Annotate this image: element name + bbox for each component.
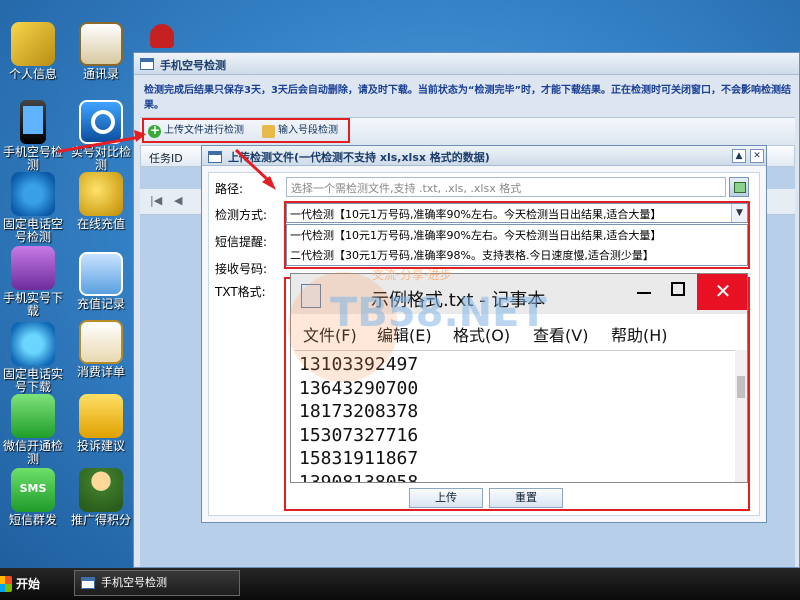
highlight-method-box xyxy=(284,201,750,269)
method-label: 检测方式: xyxy=(215,208,268,222)
clipboard-icon xyxy=(79,320,123,364)
sample-number-line: 13643290700 xyxy=(299,377,419,399)
mobile-phone-icon xyxy=(20,100,46,144)
desktop-icon-online-recharge[interactable]: 在线充值 xyxy=(68,172,134,231)
search-icon xyxy=(79,100,123,144)
collapse-icon[interactable]: ▲ xyxy=(732,149,746,163)
notice-text: 检测完成后结果只保存3天，3天后会自动删除，请及时下载。当前状态为“检测完毕”时… xyxy=(144,85,792,111)
coins-icon xyxy=(79,172,123,216)
desktop-icon-address-book[interactable]: 通讯录 xyxy=(68,22,134,81)
card-icon xyxy=(79,252,123,296)
red-phone-icon xyxy=(150,24,174,48)
reset-button[interactable]: 重置 xyxy=(489,488,563,508)
sample-number-line: 18173208378 xyxy=(299,401,419,422)
close-icon: ✕ xyxy=(697,274,747,310)
upload-dialog-titlebar[interactable]: 上传检测文件(一代检测不支持 xls,xlsx 格式的数据) ▲ ✕ xyxy=(202,146,766,166)
upload-dialog-title: 上传检测文件(一代检测不支持 xls,xlsx 格式的数据) xyxy=(228,151,490,164)
watermark-text: TB58.NET xyxy=(330,290,547,336)
main-window-title: 手机空号检测 xyxy=(160,59,226,72)
maximize-icon xyxy=(671,282,685,296)
close-icon[interactable]: ✕ xyxy=(750,149,764,163)
taskbar-item-mobile-check[interactable]: 手机空号检测 xyxy=(74,570,240,596)
window-icon xyxy=(208,151,222,163)
sample-number-line: 13908138058 xyxy=(299,471,419,483)
browse-file-button[interactable] xyxy=(729,177,749,197)
notepad-menu-help: 帮助(H) xyxy=(611,326,668,345)
first-page-icon[interactable]: |◀ xyxy=(150,194,162,207)
mobile-download-icon xyxy=(11,246,55,290)
window-icon xyxy=(140,58,154,70)
desktop-icon-landline-download[interactable]: 固定电话实号下载 xyxy=(0,322,66,394)
sample-number-line: 15307327716 xyxy=(299,424,419,446)
desktop-icon-mobile-check[interactable]: 手机空号检测 xyxy=(0,100,66,172)
watermark-subtitle: 交流·分享·进步 xyxy=(372,268,452,282)
window-icon xyxy=(81,577,95,589)
receiver-label: 接收号码: xyxy=(215,262,268,276)
desktop-icon-complaints[interactable]: 投诉建议 xyxy=(68,394,134,453)
desktop-icon-recharge-records[interactable]: 充值记录 xyxy=(68,252,134,311)
minimize-icon xyxy=(637,292,651,294)
main-window-titlebar[interactable]: 手机空号检测 xyxy=(134,53,799,75)
start-button[interactable]: 开始 xyxy=(0,571,70,597)
desktop-icon-referral-points[interactable]: 推广得积分 xyxy=(68,468,134,527)
desktop-icon-compare-check[interactable]: 实号对比检测 xyxy=(68,100,134,172)
sms-icon: SMS xyxy=(11,468,55,512)
path-label: 路径: xyxy=(215,182,244,196)
prev-page-icon[interactable]: ◀ xyxy=(174,194,182,207)
desktop-icon-sms-broadcast[interactable]: SMS 短信群发 xyxy=(0,468,66,527)
desktop-icon-consumption-details[interactable]: 消费详单 xyxy=(68,320,134,379)
txt-format-label: TXT格式: xyxy=(215,285,266,299)
sample-number-line: 15831911867 xyxy=(299,448,419,469)
column-task-id[interactable]: 任务ID xyxy=(149,150,183,166)
upload-button[interactable]: 上传 xyxy=(409,488,483,508)
desktop-icon-landline-check[interactable]: 固定电话空号检测 xyxy=(0,172,66,244)
desktop-icon-personal-info[interactable]: 个人信息 xyxy=(0,22,66,81)
desktop-icon-wechat-check[interactable]: 微信开通检测 xyxy=(0,394,66,466)
taskbar: 开始 手机空号检测 xyxy=(0,568,800,600)
address-book-icon xyxy=(79,22,123,66)
telephone-download-icon xyxy=(11,322,55,366)
user-icon xyxy=(79,468,123,512)
sms-reminder-label: 短信提醒: xyxy=(215,235,268,249)
telephone-icon xyxy=(11,172,55,216)
path-input[interactable]: 选择一个需检测文件,支持 .txt, .xls, .xlsx 格式 xyxy=(286,177,726,197)
wechat-icon xyxy=(11,394,55,438)
key-icon xyxy=(11,22,55,66)
notepad-scrollbar xyxy=(735,350,747,482)
envelope-icon xyxy=(79,394,123,438)
highlight-toolbar-box xyxy=(142,118,350,143)
desktop-icon-mobile-download[interactable]: 手机实号下载 xyxy=(0,246,66,318)
